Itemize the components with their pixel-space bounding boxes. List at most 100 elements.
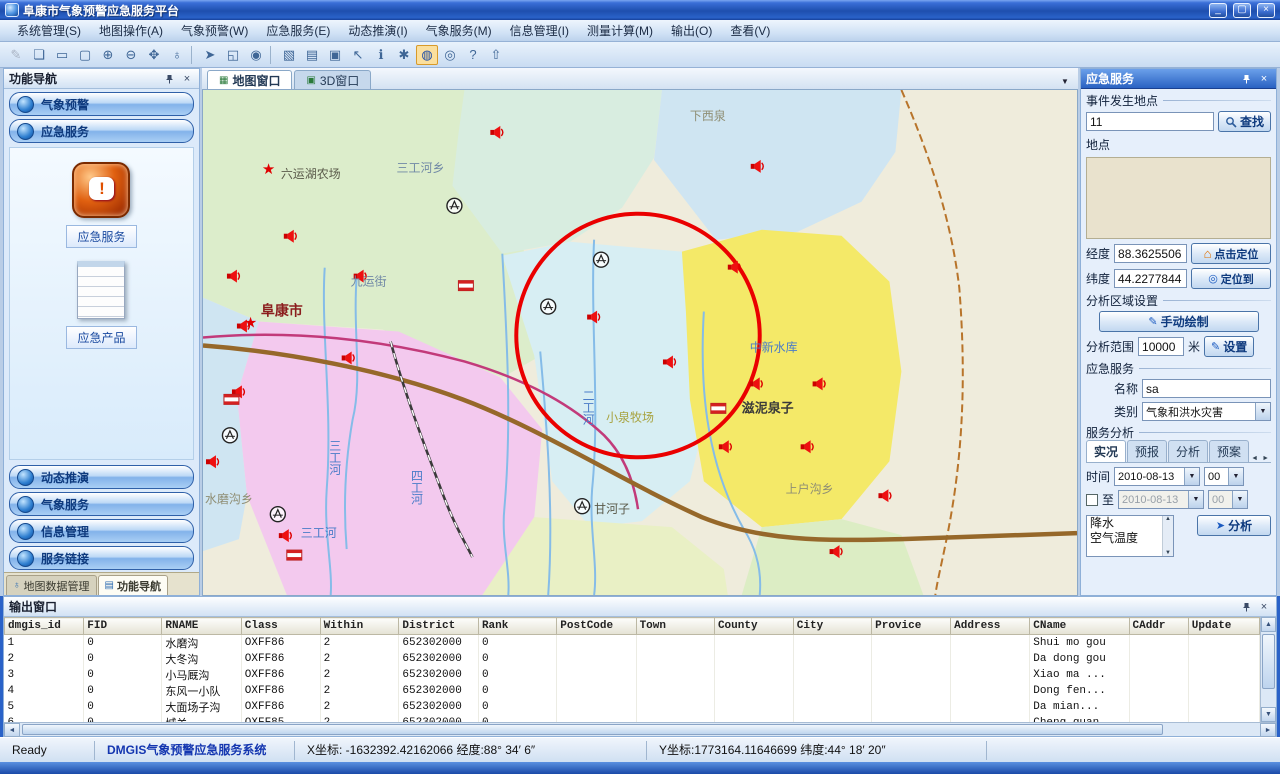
tab-scroll-left-icon[interactable]: ◄ (1249, 455, 1260, 462)
pin-icon[interactable] (1239, 600, 1253, 614)
column-header-County[interactable]: County (714, 618, 793, 635)
nav-item-应急服务[interactable]: 应急服务 (9, 119, 194, 143)
menu-item-6[interactable]: 信息管理(I) (501, 19, 578, 42)
nav-item-服务链接[interactable]: 服务链接 (9, 546, 194, 570)
help-icon[interactable]: ? (462, 45, 484, 65)
clear-selection-icon[interactable]: ▢ (74, 45, 96, 65)
column-header-RNAME[interactable]: RNAME (162, 618, 241, 635)
settings-gear-icon[interactable]: ✱ (393, 45, 415, 65)
layout-view-icon[interactable]: ▤ (301, 45, 323, 65)
select-arrow-icon[interactable]: ↖ (347, 45, 369, 65)
previous-view-icon[interactable]: ➤ (199, 45, 221, 65)
table-row[interactable]: 50大面场子沟OXFF8626523020000Da mian... (5, 699, 1260, 715)
nav-tab-功能导航[interactable]: ▤功能导航 (98, 575, 168, 595)
visibility-eye-icon[interactable]: ◎ (439, 45, 461, 65)
table-row[interactable]: 10水磨沟OXFF8626523020000Shui mo gou (5, 635, 1260, 652)
station-icon[interactable] (575, 499, 590, 514)
close-panel-icon[interactable]: × (1257, 600, 1271, 614)
column-header-PostCode[interactable]: PostCode (557, 618, 636, 635)
copy-select-icon[interactable]: ❏ (28, 45, 50, 65)
click-locate-button[interactable]: ⌂点击定位 (1191, 243, 1271, 264)
start-date-select[interactable]: 2010-08-13▼ (1114, 467, 1200, 486)
list-item[interactable]: 空气温度 (1087, 531, 1162, 546)
column-header-Within[interactable]: Within (320, 618, 399, 635)
table-row[interactable]: 40东风一小队OXFF8626523020000Dong fen... (5, 683, 1260, 699)
draw-pencil-icon[interactable]: ✎ (5, 45, 27, 65)
nav-tab-地图数据管理[interactable]: ♁地图数据管理 (6, 575, 97, 595)
emergency-product-button[interactable]: 应急产品 (66, 261, 136, 349)
tab-scroll-right-icon[interactable]: ► (1260, 455, 1271, 462)
station-icon[interactable] (594, 252, 609, 267)
analysis-range-input[interactable] (1138, 337, 1184, 356)
column-header-Update[interactable]: Update (1188, 618, 1259, 635)
scrollbar-thumb[interactable] (22, 724, 1163, 735)
service-tab-预案[interactable]: 预案 (1209, 440, 1249, 462)
column-header-Town[interactable]: Town (636, 618, 714, 635)
map-tab-3D窗口[interactable]: ▣3D窗口 (294, 70, 371, 89)
service-tab-预报[interactable]: 预报 (1127, 440, 1167, 462)
column-header-Provice[interactable]: Provice (872, 618, 951, 635)
map-viewport[interactable]: ★★下西泉六运湖农场三工河乡九运街阜康市中新水库滋泥泉子小泉牧场上户沟乡甘河子三… (202, 90, 1078, 596)
service-tab-实况[interactable]: 实况 (1086, 440, 1126, 462)
menu-item-4[interactable]: 动态推演(I) (339, 19, 416, 42)
menu-item-5[interactable]: 气象服务(M) (417, 19, 501, 42)
list-item[interactable]: 降水 (1087, 516, 1162, 531)
service-type-select[interactable]: 气象和洪水灾害▼ (1142, 402, 1271, 421)
longitude-input[interactable] (1114, 244, 1187, 263)
scroll-left-icon[interactable]: ◄ (4, 723, 20, 737)
scroll-right-icon[interactable]: ► (1260, 723, 1276, 737)
pan-hand-icon[interactable]: ✥ (143, 45, 165, 65)
start-hour-select[interactable]: 00▼ (1204, 467, 1244, 486)
table-row[interactable]: 30小马厩沟OXFF8626523020000Xiao ma ... (5, 667, 1260, 683)
list-scrollbar[interactable]: ▲ ▼ (1162, 516, 1173, 556)
scroll-down-icon[interactable]: ▼ (1261, 707, 1276, 722)
magnify-page-icon[interactable]: ◉ (245, 45, 267, 65)
end-hour-select[interactable]: 00▼ (1208, 490, 1248, 509)
search-button[interactable]: 查找 (1218, 111, 1271, 132)
map-tab-地图窗口[interactable]: ▦地图窗口 (207, 70, 292, 89)
map-svg[interactable]: ★★下西泉六运湖农场三工河乡九运街阜康市中新水库滋泥泉子小泉牧场上户沟乡甘河子三… (203, 90, 1077, 595)
zoom-window-icon[interactable]: ◱ (222, 45, 244, 65)
column-header-CAddr[interactable]: CAddr (1129, 618, 1188, 635)
range-set-button[interactable]: ✎设置 (1204, 336, 1254, 357)
menu-item-7[interactable]: 测量计算(M) (578, 19, 662, 42)
full-extent-icon[interactable]: ♁ (166, 45, 188, 65)
flag-icon[interactable] (287, 550, 302, 560)
locate-to-button[interactable]: ◎定位到 (1191, 268, 1271, 289)
nav-item-动态推演[interactable]: 动态推演 (9, 465, 194, 489)
minimize-button[interactable]: _ (1209, 3, 1227, 18)
close-panel-icon[interactable]: × (1257, 72, 1271, 86)
nav-item-气象服务[interactable]: 气象服务 (9, 492, 194, 516)
end-date-select[interactable]: 2010-08-13▼ (1118, 490, 1204, 509)
pin-icon[interactable] (162, 72, 176, 86)
service-tab-分析[interactable]: 分析 (1168, 440, 1208, 462)
column-header-Address[interactable]: Address (951, 618, 1030, 635)
horizontal-scrollbar[interactable]: ◄ ► (4, 722, 1276, 736)
select-rect-icon[interactable]: ▭ (51, 45, 73, 65)
flag-icon[interactable] (458, 281, 473, 291)
column-header-CName[interactable]: CName (1030, 618, 1129, 635)
zoom-in-icon[interactable]: ⊕ (97, 45, 119, 65)
pin-icon[interactable] (1239, 72, 1253, 86)
zoom-out-icon[interactable]: ⊖ (120, 45, 142, 65)
column-header-City[interactable]: City (793, 618, 871, 635)
scroll-up-icon[interactable]: ▲ (1163, 516, 1173, 522)
close-panel-icon[interactable]: × (180, 72, 194, 86)
station-icon[interactable] (447, 198, 462, 213)
tab-dropdown-icon[interactable]: ▼ (1058, 77, 1072, 86)
column-header-Class[interactable]: Class (241, 618, 320, 635)
table-row[interactable]: 20大冬沟OXFF8626523020000Da dong gou (5, 651, 1260, 667)
restore-button[interactable]: ▢ (1233, 3, 1251, 18)
menu-item-9[interactable]: 查看(V) (721, 19, 779, 42)
station-icon[interactable] (541, 299, 556, 314)
identify-info-icon[interactable]: ℹ (370, 45, 392, 65)
menu-item-8[interactable]: 输出(O) (662, 19, 721, 42)
event-location-input[interactable] (1086, 112, 1214, 131)
column-header-dmgis_id[interactable]: dmgis_id (5, 618, 84, 635)
column-header-District[interactable]: District (399, 618, 479, 635)
nav-item-气象预警[interactable]: 气象预警 (9, 92, 194, 116)
vertical-scrollbar[interactable]: ▲ ▼ (1260, 617, 1276, 722)
print-icon[interactable]: ▣ (324, 45, 346, 65)
menu-item-1[interactable]: 地图操作(A) (90, 19, 172, 42)
flag-icon[interactable] (711, 403, 726, 413)
